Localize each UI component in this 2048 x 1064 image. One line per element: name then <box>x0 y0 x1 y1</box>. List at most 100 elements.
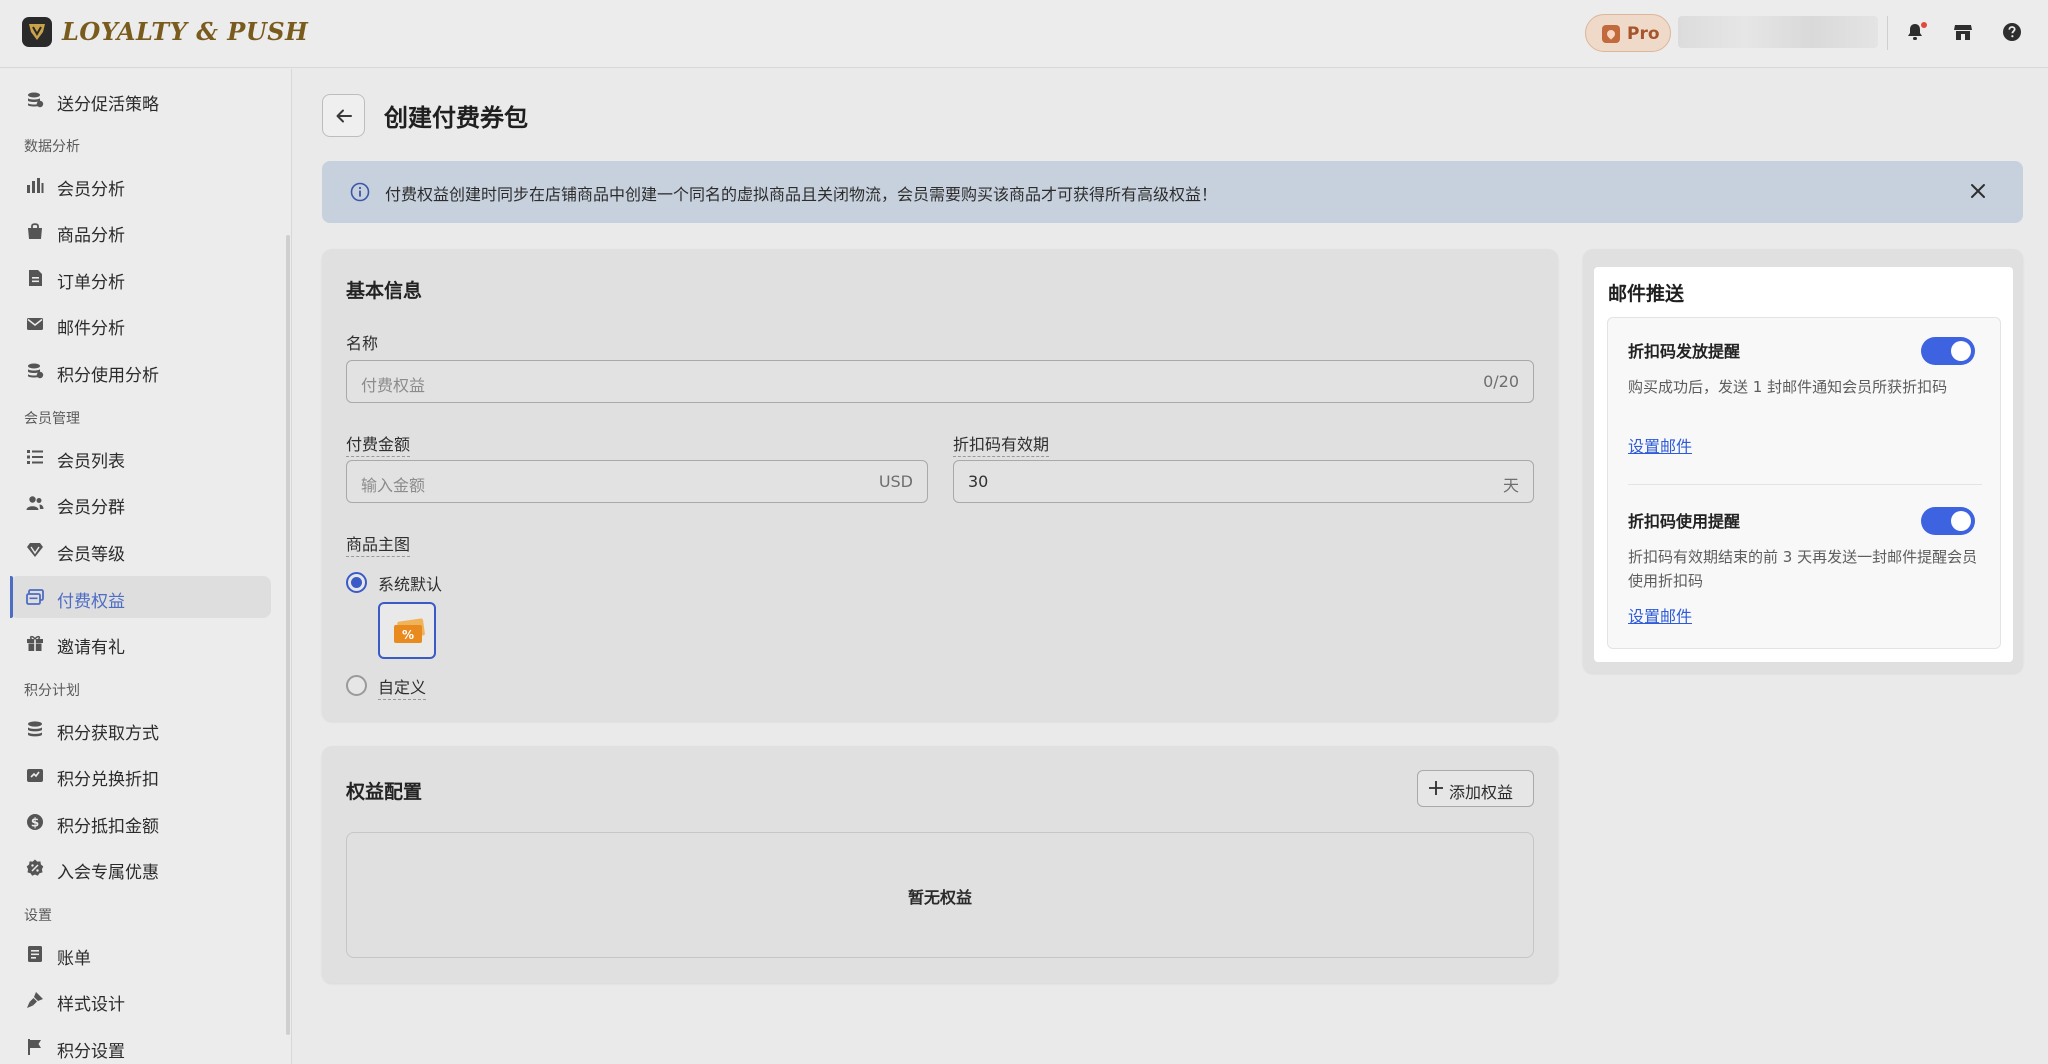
pro-badge-icon <box>1602 25 1620 43</box>
ticket-icon <box>26 588 44 606</box>
sidebar-item-product-analysis[interactable]: 商品分析 <box>10 210 271 252</box>
flag-icon <box>26 1038 44 1056</box>
shopping-bag-icon <box>26 222 44 240</box>
coupon-image-icon: % <box>394 618 425 643</box>
sidebar-section-title: 设置 <box>24 908 52 924</box>
validity-unit: 天 <box>1502 476 1519 495</box>
code-usage-reminder-desc: 折扣码有效期结束的前 3 天再发送一封邮件提醒会员使用折扣码 <box>1628 548 1978 590</box>
brush-icon <box>26 991 44 1009</box>
sidebar-item-label: 积分使用分析 <box>57 366 159 386</box>
sidebar-item-member-levels[interactable]: 会员等级 <box>10 529 271 571</box>
mail-icon <box>26 315 44 333</box>
sidebar-item-member-list[interactable]: 会员列表 <box>10 436 271 478</box>
amount-placeholder: 输入金额 <box>361 476 426 495</box>
diamond-icon <box>26 541 44 559</box>
code-issue-reminder-desc: 购买成功后，发送 1 封邮件通知会员所获折扣码 <box>1628 378 1948 396</box>
sidebar-item-points-earning[interactable]: 积分获取方式 <box>10 708 271 750</box>
sidebar-item-points-redeem-discount[interactable]: 积分兑换折扣 <box>10 754 271 796</box>
sidebar-item-points-usage-analysis[interactable]: 积分使用分析 <box>10 350 271 392</box>
amount-input[interactable]: 输入金额 USD <box>346 460 928 503</box>
account-switcher[interactable] <box>1678 16 1878 48</box>
sidebar-item-label: 入会专属优惠 <box>57 863 159 883</box>
sidebar-item-label: 送分促活策略 <box>57 95 159 115</box>
sidebar-item-join-exclusive-offer[interactable]: 入会专属优惠 <box>10 847 271 889</box>
gift-icon <box>26 634 44 652</box>
code-usage-set-email-link[interactable]: 设置邮件 <box>1628 603 1692 627</box>
bill-icon <box>26 945 44 963</box>
sidebar-item-label: 会员列表 <box>57 452 125 472</box>
sidebar-item-style-design[interactable]: 样式设计 <box>10 979 271 1021</box>
system-default-radio[interactable] <box>346 572 367 593</box>
store-icon[interactable] <box>1953 22 1975 44</box>
topbar-divider <box>1887 16 1888 50</box>
users-icon <box>26 494 44 512</box>
close-icon[interactable] <box>1967 180 1989 206</box>
sidebar-section-title: 会员管理 <box>24 411 80 427</box>
amount-label: 付费金额 <box>346 431 411 457</box>
sidebar-item-label: 商品分析 <box>57 226 125 246</box>
sidebar-scrollbar[interactable] <box>286 235 290 1035</box>
currency-suffix: USD <box>878 472 913 491</box>
sidebar-item-label: 积分兑换折扣 <box>57 770 159 790</box>
document-icon <box>26 269 44 287</box>
name-input[interactable]: 付费权益 0/20 <box>346 360 1534 403</box>
svg-text:$: $ <box>31 816 39 830</box>
top-bar: LOYALTY & PUSH Pro <box>0 0 2048 68</box>
bar-chart-icon <box>26 176 44 194</box>
dollar-circle-icon: $ <box>26 813 44 831</box>
name-char-counter: 0/20 <box>1483 372 1519 391</box>
email-push-panel: 邮件推送 折扣码发放提醒 购买成功后，发送 1 封邮件通知会员所获折扣码 设置邮… <box>1594 267 2013 662</box>
email-push-title: 邮件推送 <box>1608 283 1685 305</box>
validity-value: 30 <box>968 472 989 491</box>
sidebar-item-label: 邮件分析 <box>57 319 125 339</box>
sidebar-item-paid-benefits[interactable]: 付费权益 <box>10 576 271 618</box>
add-benefit-button[interactable]: 添加权益 <box>1417 770 1534 807</box>
default-product-image[interactable]: % <box>378 602 436 659</box>
sidebar-item-label: 样式设计 <box>57 995 125 1015</box>
coins-stack-icon <box>26 91 44 109</box>
code-usage-reminder-title: 折扣码使用提醒 <box>1628 512 1741 531</box>
sidebar-item-referral[interactable]: 邀请有礼 <box>10 622 271 664</box>
arrow-left-icon <box>336 109 352 123</box>
logo-icon <box>22 17 52 47</box>
sidebar-item-label: 会员分群 <box>57 498 125 518</box>
sidebar-item-label: 订单分析 <box>57 273 125 293</box>
code-issue-reminder-toggle[interactable] <box>1921 337 1975 365</box>
sidebar-item-points-promotion[interactable]: 送分促活策略 <box>10 79 271 121</box>
info-icon <box>350 182 370 206</box>
benefits-title: 权益配置 <box>346 781 423 803</box>
percent-badge-icon <box>26 859 44 877</box>
code-issue-set-email-link[interactable]: 设置邮件 <box>1628 433 1692 457</box>
code-usage-reminder-toggle[interactable] <box>1921 507 1975 535</box>
email-push-list: 折扣码发放提醒 购买成功后，发送 1 封邮件通知会员所获折扣码 设置邮件 折扣码… <box>1607 317 2001 649</box>
name-placeholder: 付费权益 <box>361 376 426 395</box>
bell-icon[interactable] <box>1905 22 1927 44</box>
help-icon[interactable] <box>2002 22 2024 44</box>
back-button[interactable] <box>322 94 365 137</box>
sidebar-item-member-segments[interactable]: 会员分群 <box>10 482 271 524</box>
svg-text:%: % <box>402 628 414 642</box>
custom-image-radio[interactable] <box>346 675 367 696</box>
list-icon <box>26 448 44 466</box>
sidebar-section-title: 积分计划 <box>24 683 80 699</box>
pro-badge-label: Pro <box>1627 24 1660 44</box>
name-label: 名称 <box>346 334 379 353</box>
sidebar-item-member-analysis[interactable]: 会员分析 <box>10 164 271 206</box>
validity-input[interactable]: 30 天 <box>953 460 1534 503</box>
sidebar-item-billing[interactable]: 账单 <box>10 933 271 975</box>
sidebar-item-points-deduct-amount[interactable]: $ 积分抵扣金额 <box>10 801 271 843</box>
sidebar-item-label: 积分设置 <box>57 1042 125 1062</box>
sidebar-item-points-settings[interactable]: 积分设置 <box>10 1026 271 1064</box>
custom-image-label: 自定义 <box>378 674 427 700</box>
sidebar-item-order-analysis[interactable]: 订单分析 <box>10 257 271 299</box>
benefits-empty-state: 暂无权益 <box>346 832 1534 958</box>
sidebar-section-title: 数据分析 <box>24 139 80 155</box>
sidebar-item-email-analysis[interactable]: 邮件分析 <box>10 303 271 345</box>
system-default-label: 系统默认 <box>378 575 443 594</box>
coins-stack-icon <box>26 362 44 380</box>
plus-icon <box>1427 779 1445 801</box>
active-indicator <box>10 576 13 618</box>
pro-plan-badge[interactable]: Pro <box>1585 14 1671 52</box>
empty-text: 暂无权益 <box>907 888 972 907</box>
sidebar-item-label: 积分抵扣金额 <box>57 817 159 837</box>
